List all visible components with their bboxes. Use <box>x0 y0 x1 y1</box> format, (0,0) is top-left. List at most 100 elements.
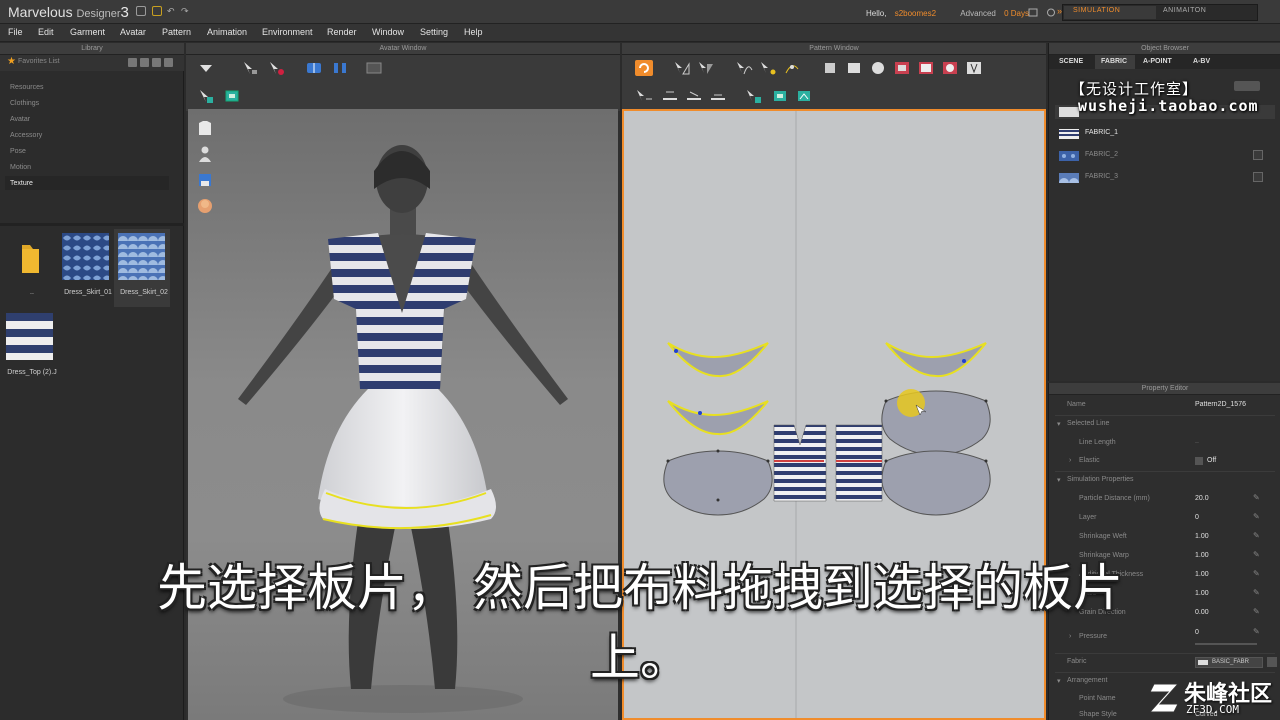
fabric-item-2[interactable]: FABRIC_2 <box>1055 147 1275 165</box>
category-texture[interactable]: Texture <box>10 180 33 187</box>
site-logo: 朱峰社区 ZF3D.COM <box>1150 676 1280 720</box>
edit-sewing-icon[interactable] <box>684 87 704 105</box>
simulation-mode-button[interactable]: SIMULATION <box>1073 7 1120 14</box>
edit-pattern-icon[interactable] <box>696 59 716 77</box>
select-move-icon[interactable] <box>196 59 216 77</box>
menu-file[interactable]: File <box>8 27 23 37</box>
prop-section-simulation[interactable]: ▾ Simulation Properties <box>1049 472 1280 490</box>
animation-mode-button[interactable]: ANIMAITON <box>1163 7 1206 14</box>
fabric-visibility-checkbox[interactable] <box>1253 150 1263 160</box>
curve-point-icon[interactable] <box>782 59 802 77</box>
remove-favorite-icon[interactable] <box>140 58 149 67</box>
internal-polygon-icon[interactable] <box>892 59 912 77</box>
thumb-parent-folder[interactable]: .. <box>2 229 58 307</box>
menu-render[interactable]: Render <box>327 27 357 37</box>
thumb-dress-skirt-01[interactable]: Dress_Skirt_01 <box>58 229 114 307</box>
particle-distance-value[interactable]: 20.0 <box>1195 495 1209 502</box>
transform-pattern-icon[interactable] <box>672 59 692 77</box>
thumb-dress-skirt-02[interactable]: Dress_Skirt_02 <box>114 229 170 307</box>
fabric-item-3[interactable]: FABRIC_3 <box>1055 169 1275 187</box>
view-mode-icon[interactable] <box>164 58 173 67</box>
mode-switch: » SIMULATION ANIMAITON <box>1057 4 1258 21</box>
prop-label: Shrinkage Weft <box>1079 533 1127 540</box>
category-avatar[interactable]: Avatar <box>10 116 30 123</box>
simulate-icon[interactable] <box>634 59 654 77</box>
polygon-tool-icon[interactable] <box>820 59 840 77</box>
menu-help[interactable]: Help <box>464 27 483 37</box>
thumb-dress-top[interactable]: Dress_Top (2).J <box>2 309 58 387</box>
elastic-checkbox[interactable] <box>1195 457 1203 465</box>
edit-graphic-icon[interactable] <box>794 87 814 105</box>
add-favorite-icon[interactable] <box>128 58 137 67</box>
open-folder-icon[interactable] <box>152 6 162 16</box>
arrange-points-icon[interactable] <box>330 59 350 77</box>
settings-icon[interactable] <box>1028 8 1038 17</box>
add-fabric-button[interactable] <box>1234 81 1260 91</box>
mode-sim-chevron-icon: » <box>1057 6 1063 16</box>
edit-pencil-icon[interactable]: ✎ <box>1253 532 1261 540</box>
thumb-label: Dress_Skirt_01 <box>64 289 112 296</box>
prop-section-selected-line[interactable]: ▾ Selected Line <box>1049 416 1280 434</box>
fabric-visibility-checkbox[interactable] <box>1253 172 1263 182</box>
tack-icon[interactable] <box>266 59 286 77</box>
subtitle-line-2: 上。 <box>590 629 690 687</box>
menu-window[interactable]: Window <box>372 27 404 37</box>
help-icon[interactable] <box>1046 8 1056 17</box>
pattern-swatch-icon <box>1059 151 1079 161</box>
prop-name-row: Name Pattern2D_1576 <box>1049 397 1280 415</box>
undo-icon[interactable]: ↶ <box>167 6 177 16</box>
edit-pencil-icon[interactable]: ✎ <box>1253 494 1261 502</box>
select-pin-icon[interactable] <box>196 87 216 105</box>
prop-label: Point Name <box>1079 695 1116 702</box>
menu-setting[interactable]: Setting <box>420 27 448 37</box>
rectangle-tool-icon[interactable] <box>844 59 864 77</box>
menu-environment[interactable]: Environment <box>262 27 313 37</box>
menu-avatar[interactable]: Avatar <box>120 27 146 37</box>
segment-sewing-icon[interactable] <box>634 87 654 105</box>
measure-icon[interactable] <box>364 59 384 77</box>
app-name-sub: Designer <box>76 8 121 20</box>
tab-a-bv[interactable]: A-BV <box>1193 58 1210 65</box>
edit-curvature-icon[interactable] <box>734 59 754 77</box>
category-resources[interactable]: Resources <box>10 84 43 91</box>
layer-value[interactable]: 0 <box>1195 514 1199 521</box>
tab-a-point[interactable]: A-POINT <box>1143 58 1172 65</box>
free-sewing-icon[interactable] <box>660 87 680 105</box>
edit-favorite-icon[interactable] <box>152 58 161 67</box>
quick-save-icon[interactable] <box>136 6 146 16</box>
menu-garment[interactable]: Garment <box>70 27 105 37</box>
tab-scene[interactable]: SCENE <box>1059 58 1083 65</box>
redo-icon[interactable]: ↷ <box>181 6 191 16</box>
pattern-window-header: Pattern Window <box>622 43 1046 55</box>
category-motion[interactable]: Motion <box>10 164 31 171</box>
fold-arrangement-icon[interactable] <box>304 59 324 77</box>
select-pin-2d-icon[interactable] <box>744 87 764 105</box>
dart-tool-icon[interactable] <box>964 59 984 77</box>
category-clothings[interactable]: Clothings <box>10 100 39 107</box>
favorites-list[interactable]: Favorites List <box>18 58 60 65</box>
texture-preview <box>62 233 109 280</box>
edit-pencil-icon[interactable]: ✎ <box>1253 513 1261 521</box>
texture-preview <box>6 313 53 360</box>
category-pose[interactable]: Pose <box>10 148 26 155</box>
menu-animation[interactable]: Animation <box>207 27 247 37</box>
title-bar: Marvelous Designer3 ↶ ↷ Hello, s2boomes2… <box>0 0 1280 24</box>
internal-rectangle-icon[interactable] <box>916 59 936 77</box>
edit-texture-2d-icon[interactable] <box>770 87 790 105</box>
zf-logo-icon <box>1150 683 1180 713</box>
prop-name-value[interactable]: Pattern2D_1576 <box>1195 401 1246 408</box>
menu-edit[interactable]: Edit <box>38 27 54 37</box>
shrinkage-weft-value[interactable]: 1.00 <box>1195 533 1209 540</box>
line-length-value[interactable]: – <box>1195 439 1199 446</box>
circle-tool-icon[interactable] <box>868 59 888 77</box>
tack-sewing-icon[interactable] <box>708 87 728 105</box>
user-name[interactable]: s2boomes2 <box>895 9 936 18</box>
fabric-item-1[interactable]: FABRIC_1 <box>1055 125 1275 143</box>
select-mesh-icon[interactable] <box>240 59 260 77</box>
texture-edit-icon[interactable] <box>222 87 242 105</box>
category-accessory[interactable]: Accessory <box>10 132 42 139</box>
internal-circle-icon[interactable] <box>940 59 960 77</box>
tab-fabric[interactable]: FABRIC <box>1101 58 1127 65</box>
menu-pattern[interactable]: Pattern <box>162 27 191 37</box>
add-point-icon[interactable] <box>758 59 778 77</box>
